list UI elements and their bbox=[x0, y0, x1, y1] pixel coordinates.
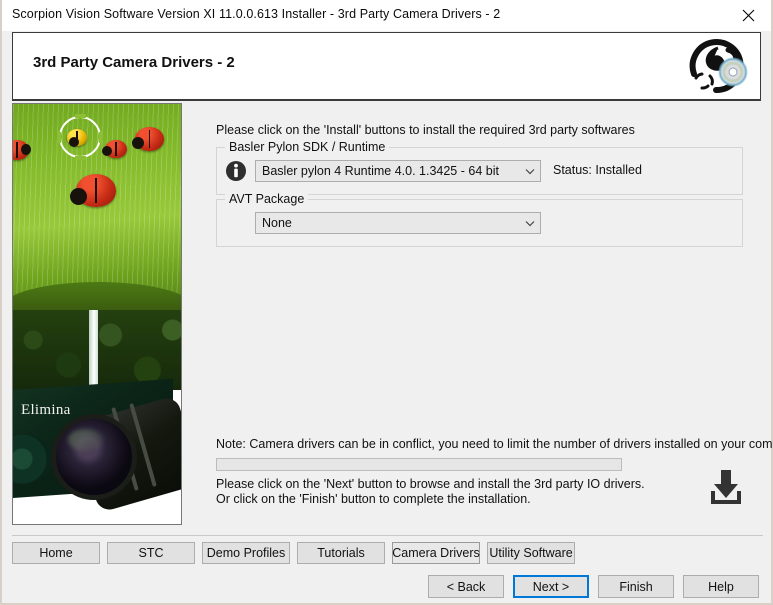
main-content: Please click on the 'Install' buttons to… bbox=[190, 103, 773, 525]
next-button[interactable]: Next > bbox=[513, 575, 589, 598]
finish-button[interactable]: Finish bbox=[598, 575, 674, 598]
basler-version-value: Basler pylon 4 Runtime 4.0. 1.3425 - 64 … bbox=[262, 164, 499, 178]
conflict-note: Note: Camera drivers can be in conflict,… bbox=[216, 437, 773, 451]
back-button[interactable]: < Back bbox=[428, 575, 504, 598]
finish-label: Finish bbox=[619, 579, 653, 594]
chevron-down-icon bbox=[520, 213, 540, 233]
close-icon bbox=[742, 9, 755, 21]
help-label: Help bbox=[708, 579, 734, 594]
intro-instruction: Please click on the 'Install' buttons to… bbox=[216, 123, 635, 137]
nav-label: Demo Profiles bbox=[206, 546, 286, 560]
ladybug bbox=[132, 127, 164, 151]
avt-package-group: AVT Package None bbox=[216, 192, 743, 247]
ladybug bbox=[102, 140, 127, 158]
title-bar: Scorpion Vision Software Version XI 11.0… bbox=[2, 0, 771, 31]
reticle-gap bbox=[75, 114, 86, 118]
back-label: < Back bbox=[446, 579, 486, 594]
nav-button-demo-profiles[interactable]: Demo Profiles bbox=[202, 542, 290, 564]
window-title: Scorpion Vision Software Version XI 11.0… bbox=[12, 7, 501, 21]
avt-package-value: None bbox=[262, 216, 292, 230]
camera-lens bbox=[49, 395, 181, 513]
help-button[interactable]: Help bbox=[683, 575, 759, 598]
basler-status-label: Status: Installed bbox=[553, 163, 642, 177]
install-progress-bar bbox=[216, 458, 622, 471]
product-image: Elimina bbox=[12, 103, 182, 525]
footer-separator bbox=[12, 535, 763, 536]
nav-label: Tutorials bbox=[317, 546, 365, 560]
download-icon[interactable] bbox=[707, 467, 745, 507]
chevron-down-icon bbox=[520, 161, 540, 181]
installer-window: Scorpion Vision Software Version XI 11.0… bbox=[0, 0, 773, 605]
nav-button-utility-software[interactable]: Utility Software bbox=[487, 542, 575, 564]
avt-package-dropdown[interactable]: None bbox=[255, 212, 541, 234]
target-reticle-icon bbox=[59, 116, 101, 158]
section-nav: Home STC Demo Profiles Tutorials Camera … bbox=[12, 542, 575, 564]
nav-button-stc[interactable]: STC bbox=[107, 542, 195, 564]
nav-button-tutorials[interactable]: Tutorials bbox=[297, 542, 385, 564]
nav-button-camera-drivers[interactable]: Camera Drivers bbox=[392, 542, 480, 564]
reticle-gap bbox=[57, 132, 61, 143]
ladybug bbox=[70, 174, 116, 207]
basler-version-dropdown[interactable]: Basler pylon 4 Runtime 4.0. 1.3425 - 64 … bbox=[255, 160, 541, 182]
reticle-gap bbox=[75, 156, 86, 160]
next-instruction: Please click on the 'Next' button to bro… bbox=[216, 477, 645, 491]
next-label: Next > bbox=[532, 579, 570, 594]
basler-pylon-group: Basler Pylon SDK / Runtime Basler pylon … bbox=[216, 140, 743, 195]
scorpion-vision-logo-icon bbox=[688, 38, 750, 96]
header-panel: 3rd Party Camera Drivers - 2 bbox=[12, 32, 761, 101]
nav-label: STC bbox=[138, 546, 164, 560]
nav-label: Home bbox=[39, 546, 73, 560]
close-button[interactable] bbox=[726, 0, 771, 30]
wizard-actions: < Back Next > Finish Help bbox=[428, 575, 759, 598]
nav-label: Utility Software bbox=[489, 546, 573, 560]
nav-button-home[interactable]: Home bbox=[12, 542, 100, 564]
reticle-gap bbox=[99, 132, 103, 143]
basler-group-legend: Basler Pylon SDK / Runtime bbox=[225, 140, 390, 154]
info-icon bbox=[225, 160, 247, 182]
finish-instruction: Or click on the 'Finish' button to compl… bbox=[216, 492, 531, 506]
page-title: 3rd Party Camera Drivers - 2 bbox=[33, 54, 235, 71]
nav-label: Camera Drivers bbox=[392, 546, 480, 560]
avt-group-legend: AVT Package bbox=[225, 192, 309, 206]
